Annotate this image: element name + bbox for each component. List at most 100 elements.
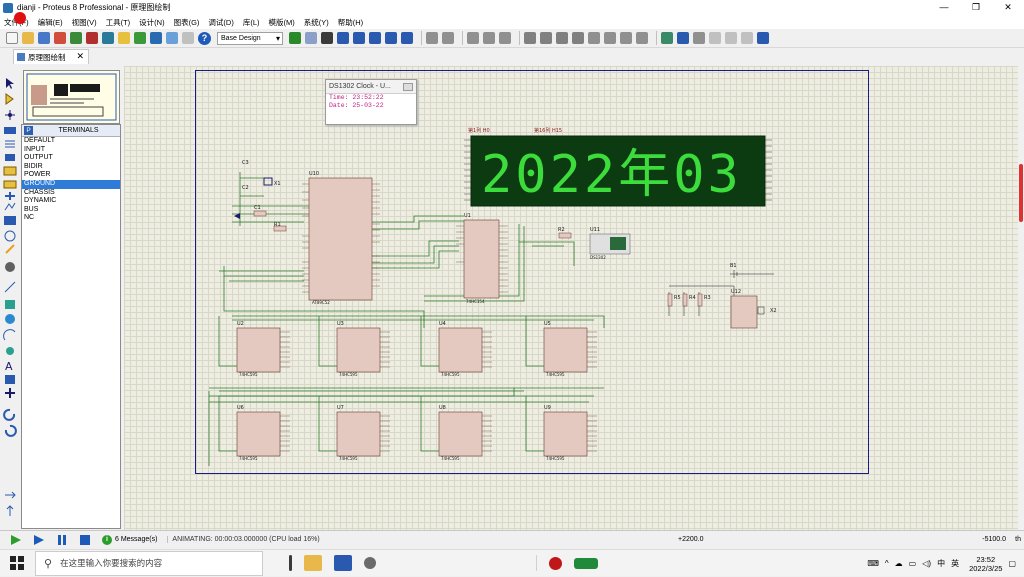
terminal-item-chassis[interactable]: CHASSIS [22,189,120,198]
zoom-all-icon[interactable] [385,32,397,44]
remove-sheet-icon[interactable] [725,32,737,44]
r2-resistor[interactable] [558,232,572,239]
3d-view-icon[interactable] [102,32,114,44]
refresh-icon[interactable] [289,32,301,44]
tape-recorder-icon[interactable] [4,216,16,225]
junction-dot-icon[interactable] [5,110,15,120]
exit-to-parent-icon[interactable] [741,32,753,44]
schematic-canvas[interactable]: C3 C2 C1 X1 R1 U10 AT89C52 U1 74HC154 20… [124,66,1024,530]
property-assign-icon[interactable] [693,32,705,44]
play-button[interactable] [32,534,46,546]
run-step-button[interactable] [9,534,23,546]
text-icon[interactable]: A [5,360,13,373]
terminal-item-nc[interactable]: NC [22,214,120,223]
pick-device-icon[interactable] [588,32,600,44]
tray-expand-icon[interactable]: ^ [885,559,889,568]
zoom-out-icon[interactable] [369,32,381,44]
design-explorer-icon[interactable] [757,32,769,44]
decompose-icon[interactable] [636,32,648,44]
terminal-item-ground[interactable]: GROUND [22,179,120,189]
vertical-scrollbar[interactable] [1018,66,1024,530]
bus-icon[interactable] [5,154,15,161]
block-rotate-icon[interactable] [556,32,568,44]
terminal-item-bidir[interactable]: BIDIR [22,163,120,172]
terminal-item-default[interactable]: DEFAULT [22,137,120,146]
block-move-icon[interactable] [540,32,552,44]
driver-chip-u5[interactable] [543,327,597,373]
source-code-icon[interactable] [150,32,162,44]
browser-icon[interactable] [364,557,376,569]
subcircuit-icon[interactable] [3,166,17,176]
u11-rtc[interactable] [589,233,631,255]
message-indicator[interactable]: i 6 Message(s) [102,534,157,545]
keyboard-icon[interactable]: ⌨ [867,559,879,568]
grid-icon[interactable] [305,32,317,44]
driver-chip-u7[interactable] [336,411,390,457]
origin-icon[interactable] [321,32,333,44]
driver-chip-u3[interactable] [336,327,390,373]
block-copy-icon[interactable] [524,32,536,44]
help-icon[interactable]: ? [198,31,211,45]
graph-mode-icon[interactable] [4,202,16,211]
mirror-y-icon[interactable] [6,505,14,516]
taskbar-clock[interactable]: 23:52 2022/3/25 [969,555,1002,573]
ds1302-clock-popup[interactable]: DS1302 Clock - U... Time: 23:52:22 Date:… [325,79,417,125]
text-script-icon[interactable] [5,140,15,148]
terminal-item-output[interactable]: OUTPUT [22,154,120,163]
block-delete-icon[interactable] [572,32,584,44]
pick-button[interactable]: P [24,126,33,135]
network-icon[interactable]: ▭ [909,559,917,568]
menu-template[interactable]: 模版(M) [269,17,295,28]
generator-icon[interactable] [4,230,16,242]
u1-chip[interactable] [456,219,508,299]
pcb-icon[interactable] [86,32,98,44]
new-sheet-icon[interactable] [709,32,721,44]
battery-status-icon[interactable] [574,557,598,569]
packaging-tool-icon[interactable] [620,32,632,44]
led-dot-matrix[interactable]: 2022年03 [464,135,772,207]
device-pins-icon[interactable] [5,192,15,200]
driver-chip-u9[interactable] [543,411,597,457]
symbol-icon[interactable] [5,375,15,384]
menu-debug[interactable]: 调试(D) [208,17,233,28]
selection-mode-icon[interactable] [6,78,14,89]
menu-system[interactable]: 系统(Y) [304,17,329,28]
menu-edit[interactable]: 编辑(E) [38,17,63,28]
terminal-item-dynamic[interactable]: DYNAMIC [22,197,120,206]
cut-icon[interactable] [467,32,479,44]
line-icon[interactable] [4,281,16,293]
box-icon[interactable] [5,300,15,309]
schematic-icon[interactable] [70,32,82,44]
tab-close-icon[interactable]: ✕ [76,51,84,62]
driver-chip-u2[interactable] [236,327,290,373]
driver-chip-u6[interactable] [236,411,290,457]
stop-button[interactable] [78,534,92,546]
vsm-studio-icon[interactable] [166,32,178,44]
u12-chip[interactable] [730,295,765,329]
menu-design[interactable]: 设计(N) [139,17,164,28]
terminal-item-power[interactable]: POWER [22,171,120,180]
make-device-icon[interactable] [604,32,616,44]
voltage-probe-icon[interactable] [5,244,15,254]
proteus-taskbar-icon[interactable] [334,555,352,571]
path-icon[interactable] [6,347,14,355]
wire-autorouter-icon[interactable] [661,32,673,44]
wire-label-icon[interactable] [4,127,16,134]
taskbar-search-box[interactable]: ⚲ 在这里输入你要搜索的内容 [35,550,263,576]
menu-library[interactable]: 库(L) [243,17,260,28]
home-icon[interactable] [54,32,66,44]
minimize-button[interactable]: — [928,0,960,15]
circle-icon[interactable] [5,314,15,324]
design-combo[interactable]: Base Design [217,31,283,45]
close-button[interactable]: ✕ [992,0,1024,15]
mirror-x-icon[interactable] [5,491,16,499]
arc-icon[interactable] [3,329,16,341]
component-mode-icon[interactable] [5,93,14,105]
notifications-icon[interactable]: ▢ [1008,559,1016,568]
driver-chip-u4[interactable] [438,327,492,373]
search-part-icon[interactable] [677,32,689,44]
undo-icon[interactable] [426,32,438,44]
pan-icon[interactable] [337,32,349,44]
cloud-icon[interactable]: ☁ [895,559,903,568]
menu-tools[interactable]: 工具(T) [106,17,131,28]
